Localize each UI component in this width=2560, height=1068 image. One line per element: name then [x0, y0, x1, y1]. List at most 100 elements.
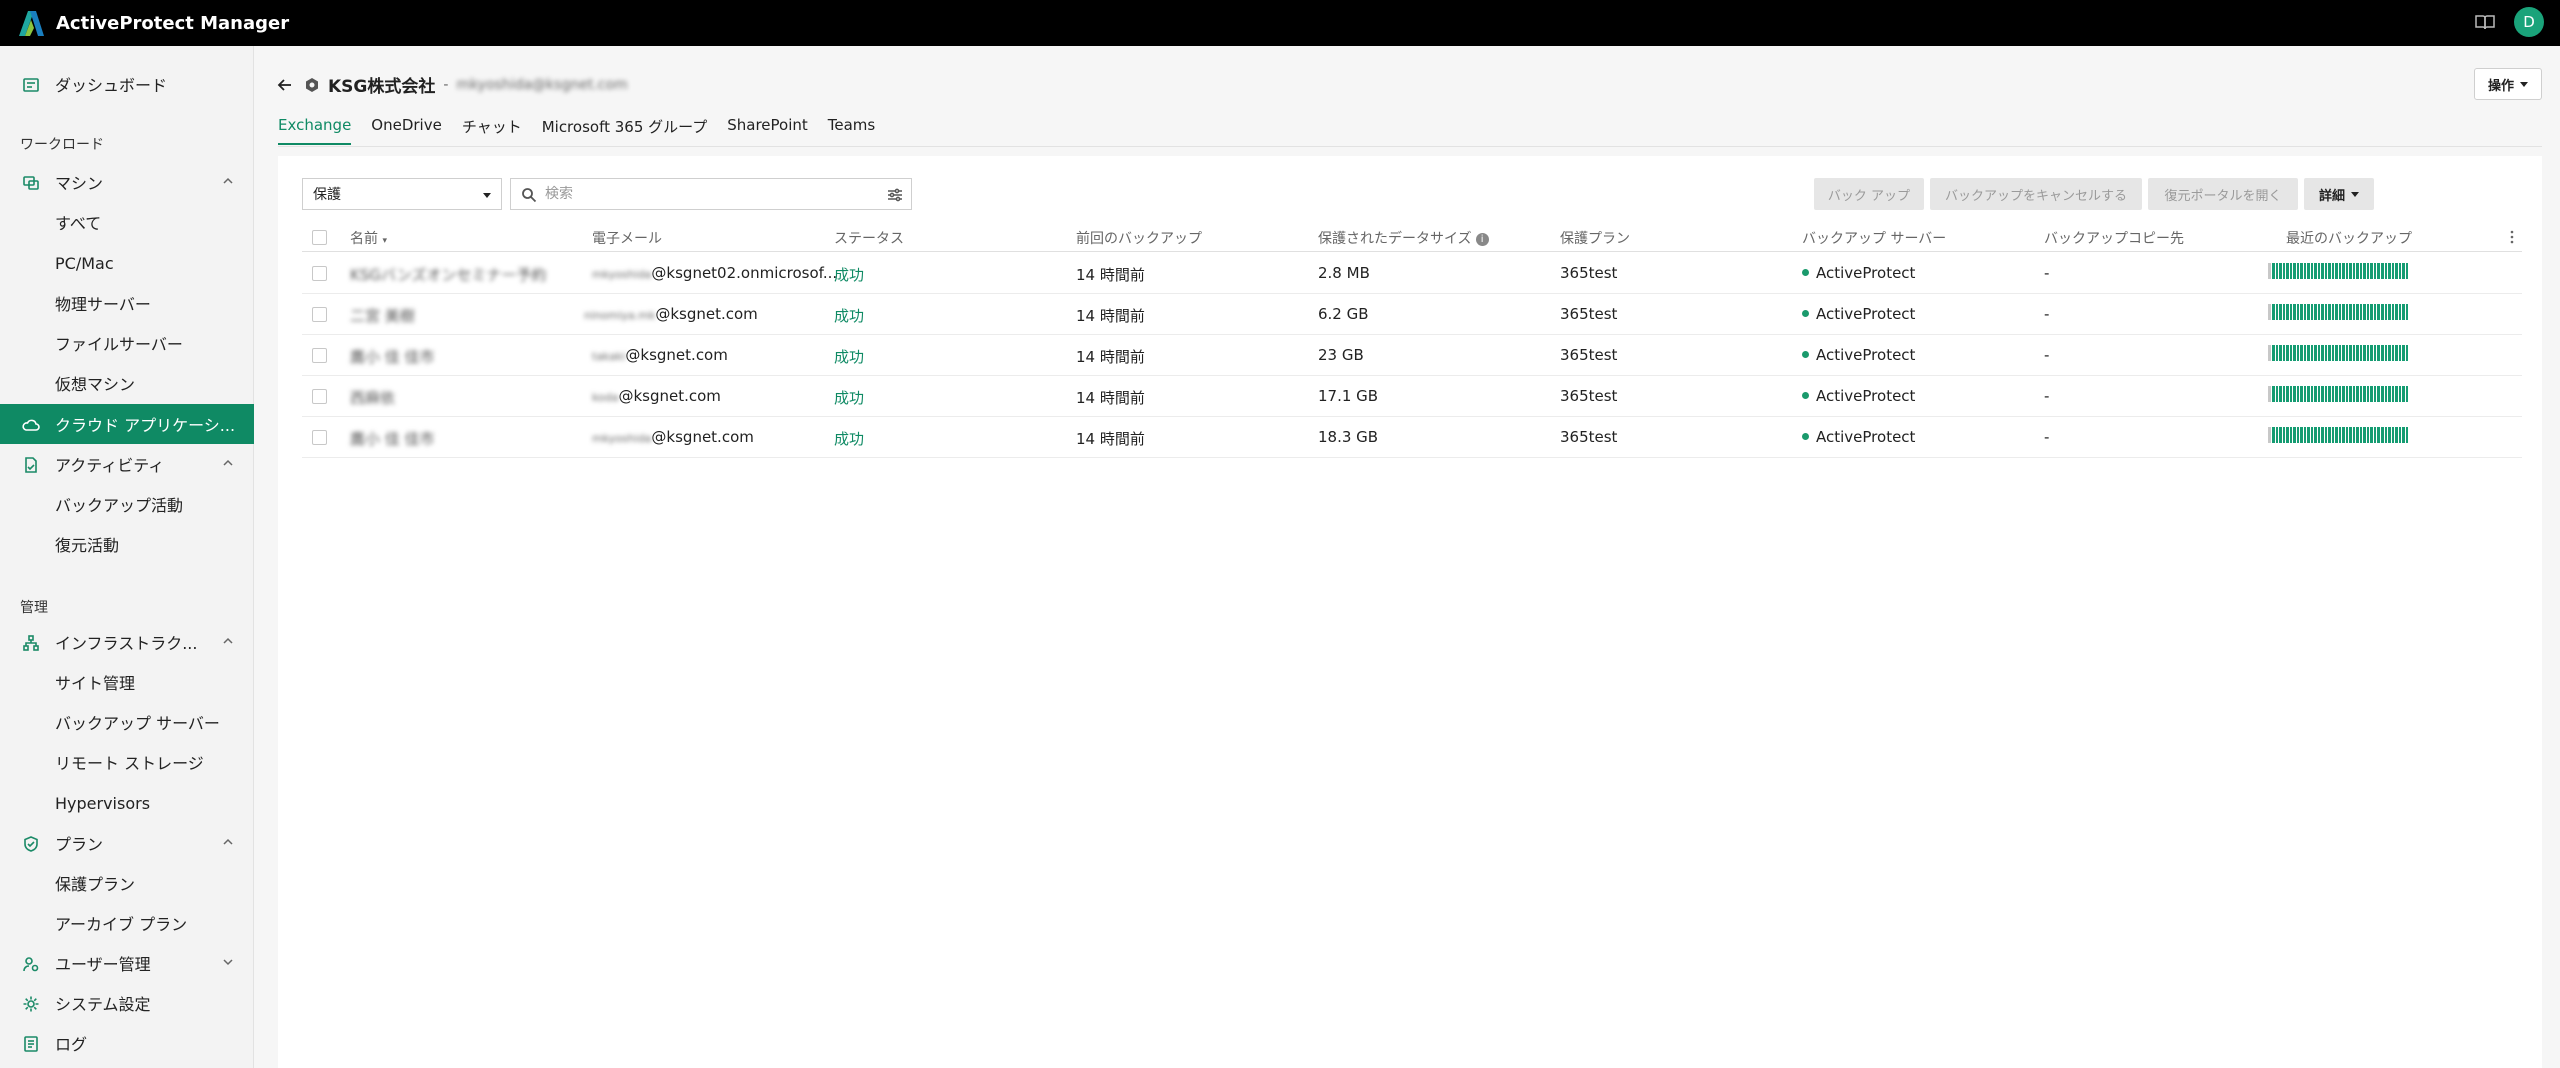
row-status[interactable]: 成功	[834, 264, 864, 285]
row-status[interactable]: 成功	[834, 346, 864, 367]
row-name[interactable]: 西麻依	[350, 387, 395, 408]
backup-bar	[2377, 345, 2380, 361]
sidebar-item-infrastructure[interactable]: インフラストラク...	[0, 622, 254, 662]
col-copy-dest[interactable]: バックアップコピー先	[2044, 228, 2184, 248]
filter-sliders-icon[interactable]	[887, 187, 903, 203]
info-icon[interactable]: i	[1475, 232, 1489, 246]
sidebar-item-backup-server[interactable]: バックアップ サーバー	[0, 702, 254, 742]
sidebar-item-log[interactable]: ログ	[0, 1023, 254, 1063]
row-plan[interactable]: 365test	[1560, 428, 1617, 446]
row-plan[interactable]: 365test	[1560, 346, 1617, 364]
col-name[interactable]: 名前 ▾	[350, 228, 387, 248]
details-button[interactable]: 詳細	[2304, 178, 2374, 210]
sidebar-item-user-management[interactable]: ユーザー管理	[0, 943, 254, 983]
row-name[interactable]: 二宮 美樹	[350, 305, 415, 326]
recent-backup-bars[interactable]	[2268, 263, 2409, 279]
col-last-backup[interactable]: 前回のバックアップ	[1076, 228, 1202, 248]
tab-onedrive[interactable]: OneDrive	[371, 116, 442, 145]
row-checkbox[interactable]	[312, 389, 327, 404]
open-restore-portal-button[interactable]: 復元ポータルを開く	[2148, 178, 2298, 210]
backup-bar	[2370, 427, 2373, 443]
row-status[interactable]: 成功	[834, 305, 864, 326]
row-name[interactable]: 鷹小 佳 佳市	[350, 428, 435, 449]
recent-backup-bars[interactable]	[2268, 386, 2409, 402]
backup-bar	[2352, 386, 2356, 402]
row-name[interactable]: 鷹小 佳 佳市	[350, 346, 435, 367]
col-email[interactable]: 電子メール	[592, 228, 662, 248]
backup-bar	[2405, 427, 2409, 443]
sidebar-item-cloud-apps[interactable]: クラウド アプリケーシ...	[0, 404, 254, 444]
sidebar-item-dashboard[interactable]: ダッシュボード	[0, 64, 254, 104]
top-bar: ActiveProtect Manager D	[0, 0, 2560, 46]
back-arrow-icon[interactable]	[276, 76, 294, 94]
backup-bar	[2321, 345, 2324, 361]
backup-bar	[2377, 263, 2380, 279]
backup-bar	[2391, 345, 2395, 361]
backup-bar	[2405, 386, 2409, 402]
sidebar-item-site-management[interactable]: サイト管理	[0, 662, 254, 702]
cancel-backup-button[interactable]: バックアップをキャンセルする	[1930, 178, 2142, 210]
sidebar-item-machines[interactable]: マシン	[0, 162, 254, 202]
backup-bar	[2310, 386, 2314, 402]
tenant-email-text: mkyoshida@ksgnet.com	[456, 76, 628, 93]
row-plan[interactable]: 365test	[1560, 387, 1617, 405]
sidebar-item-activity[interactable]: アクティビティ	[0, 444, 254, 484]
operations-button[interactable]: 操作	[2474, 68, 2542, 100]
col-server[interactable]: バックアップ サーバー	[1802, 228, 1946, 248]
row-email: ninomiya.mk@ksgnet.com	[584, 305, 758, 323]
recent-backup-bars[interactable]	[2268, 304, 2409, 320]
table-row[interactable]: 二宮 美樹 ninomiya.mk@ksgnet.com 成功 14 時間前 6.2 G…	[302, 294, 2522, 335]
tab-teams[interactable]: Teams	[828, 116, 875, 145]
tab-sharepoint[interactable]: SharePoint	[727, 116, 808, 145]
sidebar-item-file-server[interactable]: ファイルサーバー	[0, 323, 254, 363]
col-data-size[interactable]: 保護されたデータサイズ i	[1318, 228, 1489, 248]
search-input[interactable]	[545, 183, 865, 205]
recent-backup-bars[interactable]	[2268, 345, 2409, 361]
backup-button[interactable]: バック アップ	[1814, 178, 1924, 210]
row-checkbox[interactable]	[312, 307, 327, 322]
sidebar-item-virtual-machine[interactable]: 仮想マシン	[0, 363, 254, 403]
row-name[interactable]: KSGバンズオンセミナー予約	[350, 264, 546, 285]
sidebar-item-protection-plan[interactable]: 保護プラン	[0, 863, 254, 903]
backup-bar	[2303, 427, 2307, 443]
table-row[interactable]: 西麻依 koda@ksgnet.com 成功 14 時間前 17.1 GB 365test…	[302, 376, 2522, 417]
table-row[interactable]: 鷹小 佳 佳市 mkyoshida@ksgnet.com 成功 14 時間前 18.3 …	[302, 417, 2522, 458]
recent-backup-bars[interactable]	[2268, 427, 2409, 443]
row-checkbox[interactable]	[312, 430, 327, 445]
backup-bar	[2405, 304, 2409, 320]
sidebar-item-plans[interactable]: プラン	[0, 823, 254, 863]
tab-chat[interactable]: チャット	[462, 116, 522, 145]
col-recent-backup[interactable]: 最近のバックアップ	[2286, 228, 2412, 248]
backup-bar	[2342, 427, 2345, 443]
sidebar-item-all[interactable]: すべて	[0, 202, 254, 242]
row-checkbox[interactable]	[312, 266, 327, 281]
col-plan[interactable]: 保護プラン	[1560, 228, 1630, 248]
user-avatar[interactable]: D	[2514, 7, 2544, 37]
sidebar-item-archive-plan[interactable]: アーカイブ プラン	[0, 903, 254, 943]
row-status[interactable]: 成功	[834, 387, 864, 408]
row-plan[interactable]: 365test	[1560, 264, 1617, 282]
tab-m365-groups[interactable]: Microsoft 365 グループ	[542, 116, 708, 145]
sidebar-item-backup-activity[interactable]: バックアップ活動	[0, 484, 254, 524]
sidebar-item-remote-storage[interactable]: リモート ストレージ	[0, 742, 254, 782]
backup-bar	[2388, 345, 2391, 361]
row-plan[interactable]: 365test	[1560, 305, 1617, 323]
sidebar-item-pcmac[interactable]: PC/Mac	[0, 243, 254, 283]
select-all-checkbox[interactable]	[312, 230, 327, 245]
table-row[interactable]: KSGバンズオンセミナー予約 mkyoshida@ksgnet02.onmicro…	[302, 253, 2522, 294]
column-menu-icon[interactable]	[2510, 230, 2514, 244]
book-icon[interactable]	[2474, 13, 2496, 31]
backup-bar	[2359, 263, 2363, 279]
sidebar-item-system-settings[interactable]: システム設定	[0, 983, 254, 1023]
table-row[interactable]: 鷹小 佳 佳市 takaki@ksgnet.com 成功 14 時間前 23 GB 365…	[302, 335, 2522, 376]
tab-exchange[interactable]: Exchange	[278, 116, 352, 145]
row-checkbox[interactable]	[312, 348, 327, 363]
sidebar-item-hypervisors[interactable]: Hypervisors	[0, 783, 254, 823]
col-status[interactable]: ステータス	[834, 228, 904, 248]
row-data-size: 17.1 GB	[1318, 387, 1379, 405]
row-status[interactable]: 成功	[834, 428, 864, 449]
machines-icon	[23, 176, 39, 190]
sidebar-item-restore-activity[interactable]: 復元活動	[0, 524, 254, 564]
sidebar-item-physical-server[interactable]: 物理サーバー	[0, 283, 254, 323]
filter-dropdown[interactable]: 保護	[302, 178, 502, 210]
